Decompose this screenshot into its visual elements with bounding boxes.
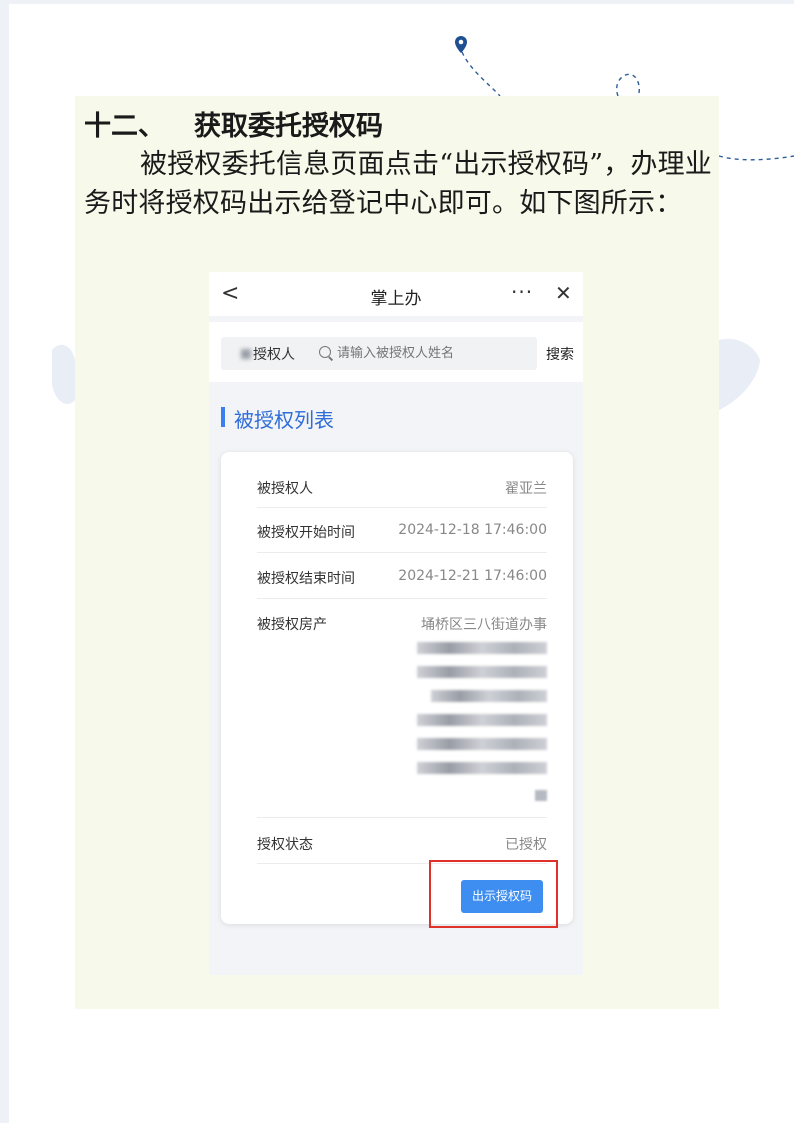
authorization-card: 被授权人 翟亚兰 被授权开始时间 2024-12-18 17:46:00 被授权… bbox=[221, 452, 573, 924]
search-icon bbox=[319, 346, 331, 358]
search-input[interactable] bbox=[337, 345, 513, 360]
end-time-label: 被授权结束时间 bbox=[257, 571, 355, 587]
property-value: 埇桥区三八街道办事 bbox=[421, 617, 547, 633]
property-label: 被授权房产 bbox=[257, 617, 327, 633]
status-value: 已授权 bbox=[505, 837, 547, 853]
instruction-paragraph: 被授权委托信息页面点击“出示授权码”，办理业务时将授权码出示给登记中心即可。如下… bbox=[84, 149, 713, 219]
list-title: 被授权列表 bbox=[234, 408, 334, 432]
dashed-right-path bbox=[718, 155, 794, 161]
divider bbox=[257, 598, 547, 599]
end-time-row: 被授权结束时间 2024-12-21 17:46:00 bbox=[257, 568, 547, 588]
start-time-value: 2024-12-18 17:46:00 bbox=[398, 522, 547, 538]
search-button[interactable]: 搜索 bbox=[546, 344, 574, 364]
dashed-loop-path bbox=[616, 73, 641, 97]
section-heading: 十二、 获取委托授权码 bbox=[84, 104, 383, 143]
section-accent-bar bbox=[221, 407, 225, 427]
blurred-prefix bbox=[241, 349, 251, 359]
heading-number: 十二、 bbox=[84, 111, 165, 142]
blurred-address-line bbox=[417, 714, 547, 726]
close-icon[interactable]: ✕ bbox=[555, 281, 572, 305]
faint-map-shape-left bbox=[52, 344, 75, 405]
blurred-address-line bbox=[417, 738, 547, 750]
heading-text: 获取委托授权码 bbox=[194, 111, 383, 142]
blurred-address-line bbox=[417, 642, 547, 654]
status-label: 授权状态 bbox=[257, 837, 313, 853]
blurred-address-line bbox=[417, 762, 547, 774]
dashed-route-path bbox=[461, 51, 501, 97]
start-time-label: 被授权开始时间 bbox=[257, 525, 355, 541]
property-row: 被授权房产 埇桥区三八街道办事 bbox=[257, 614, 547, 634]
faint-map-shape-right bbox=[719, 338, 760, 410]
highlight-box bbox=[429, 860, 558, 928]
search-box[interactable]: 授权人 bbox=[221, 337, 537, 370]
map-pin-icon bbox=[455, 36, 467, 53]
divider bbox=[257, 507, 547, 508]
end-time-value: 2024-12-21 17:46:00 bbox=[398, 568, 547, 584]
grantee-value: 翟亚兰 bbox=[505, 481, 547, 497]
search-type-label[interactable]: 授权人 bbox=[253, 344, 295, 364]
search-area: 授权人 搜索 bbox=[209, 322, 583, 382]
blurred-address-line bbox=[431, 690, 547, 702]
grantee-row: 被授权人 翟亚兰 bbox=[257, 478, 547, 498]
status-row: 授权状态 已授权 bbox=[257, 834, 547, 854]
blurred-address-end bbox=[535, 790, 547, 801]
divider bbox=[257, 817, 547, 818]
more-icon[interactable]: ··· bbox=[511, 280, 533, 304]
divider bbox=[257, 552, 547, 553]
nav-bar: < 掌上办 ··· ✕ bbox=[209, 272, 583, 316]
grantee-label: 被授权人 bbox=[257, 481, 313, 497]
blurred-address-line bbox=[417, 666, 547, 678]
start-time-row: 被授权开始时间 2024-12-18 17:46:00 bbox=[257, 522, 547, 542]
